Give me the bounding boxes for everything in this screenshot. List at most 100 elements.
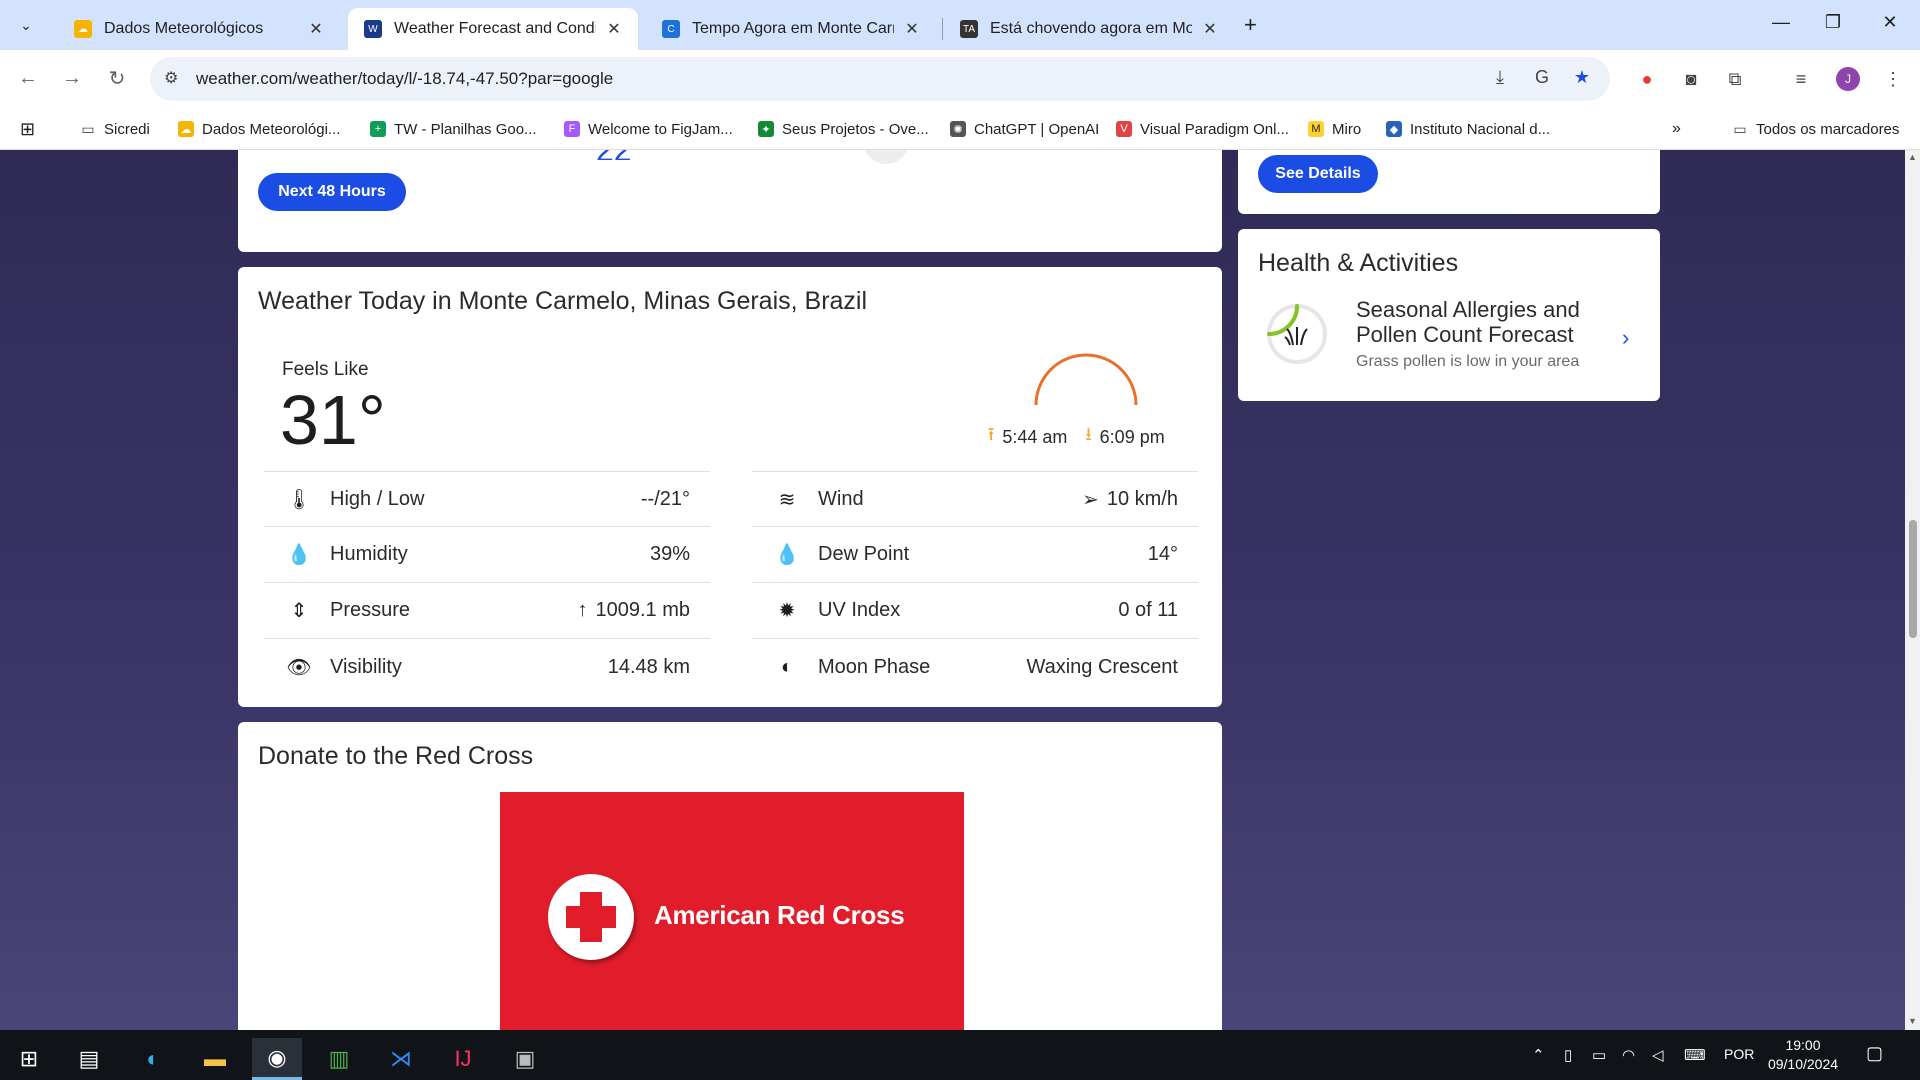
bookmark-item[interactable]: ✦ Seus Projetos - Ove...: [758, 118, 929, 140]
chrome-menu-icon[interactable]: ⋮: [1880, 66, 1906, 92]
inmet-icon: ◆: [1386, 121, 1402, 137]
wind-icon: ≋: [778, 488, 796, 511]
tab-dados-meteorologicos[interactable]: ☁ Dados Meteorológicos ✕: [58, 8, 340, 50]
input-language[interactable]: POR: [1724, 1046, 1754, 1062]
page-scrollbar[interactable]: ▲ ▼: [1905, 150, 1920, 1030]
edge-icon[interactable]: ◐: [128, 1038, 178, 1080]
intellij-icon[interactable]: IJ: [438, 1038, 488, 1080]
folder-icon: ▭: [1733, 120, 1747, 137]
vscode-icon[interactable]: ⋊: [376, 1038, 426, 1080]
windows-taskbar: ⊞ ▤ ◐ ▬ ◉ ▥ ⋊ IJ ▣ ⌃ ▯ ▭ ◠ ◁ ⌨ POR 19:00…: [0, 1030, 1920, 1080]
tab-esta-chovendo[interactable]: TA Está chovendo agora em Monte Carmelo …: [944, 8, 1234, 50]
close-icon[interactable]: ✕: [604, 19, 624, 39]
new-tab-icon[interactable]: +: [1244, 12, 1257, 38]
window-close-icon[interactable]: ✕: [1875, 12, 1905, 33]
site-info-icon[interactable]: ⚙: [164, 68, 178, 88]
apps-grid-icon[interactable]: ⊞: [20, 118, 35, 140]
partial-icon: [863, 150, 909, 164]
red-cross-banner[interactable]: American Red Cross: [500, 792, 964, 1030]
sunrise-time: 5:44 am: [1002, 426, 1068, 447]
dew-point-icon: 💧: [774, 544, 800, 566]
task-view-icon[interactable]: ▤: [64, 1038, 114, 1080]
bookmark-item[interactable]: ☁ Dados Meteorológi...: [178, 118, 340, 140]
tab-weather-forecast[interactable]: W Weather Forecast and Conditions ✕: [348, 8, 638, 50]
bookmark-label: Welcome to FigJam...: [588, 120, 733, 138]
file-explorer-icon[interactable]: ▬: [190, 1038, 240, 1080]
bookmark-item[interactable]: ▭ Sicredi: [80, 118, 149, 140]
reload-icon[interactable]: ↻: [101, 62, 133, 94]
forward-icon[interactable]: →: [56, 62, 88, 94]
extension-glasses-icon[interactable]: ◙: [1678, 66, 1704, 92]
bookmark-item[interactable]: + TW - Planilhas Goo...: [370, 118, 537, 140]
bookmark-item[interactable]: ◆ Instituto Nacional d...: [1386, 118, 1550, 140]
sunset-icon: ⭳: [1085, 424, 1092, 444]
clock-time: 19:00: [1785, 1037, 1821, 1053]
pressure-icon: ⇕: [290, 600, 308, 622]
folder-icon: ▭: [81, 120, 95, 137]
restore-icon[interactable]: ❐: [1818, 12, 1848, 33]
next-48-hours-button[interactable]: Next 48 Hours: [258, 173, 406, 211]
notifications-icon[interactable]: ▢: [1866, 1043, 1883, 1064]
tab-title: Está chovendo agora em Monte Carmelo: [990, 20, 1192, 37]
wifi-icon[interactable]: ◠: [1622, 1046, 1635, 1064]
feels-like-value: 31°: [280, 381, 386, 459]
clock[interactable]: 19:00 09/10/2024: [1763, 1036, 1843, 1074]
back-icon[interactable]: ←: [12, 62, 44, 94]
bookmark-label: Visual Paradigm Onl...: [1140, 120, 1289, 138]
scrollbar-thumb[interactable]: [1909, 520, 1917, 638]
chevron-right-icon[interactable]: ›: [1622, 325, 1629, 351]
row-value-wrap: ➢ 10 km/h: [1082, 487, 1178, 512]
bookmark-label: TW - Planilhas Goo...: [394, 120, 537, 138]
keyboard-icon[interactable]: ⌨: [1684, 1046, 1706, 1064]
tray-device-icon[interactable]: ▯: [1564, 1046, 1572, 1064]
ta-favicon-icon: TA: [960, 20, 978, 38]
profile-avatar[interactable]: J: [1836, 67, 1860, 91]
all-bookmarks-folder[interactable]: ▭ Todos os marcadores: [1732, 118, 1899, 140]
row-value: 14°: [1147, 543, 1178, 565]
volume-icon[interactable]: ◁: [1652, 1046, 1664, 1064]
translate-icon[interactable]: G: [1530, 67, 1554, 88]
bookmark-label: ChatGPT | OpenAI: [974, 120, 1100, 138]
bookmark-label: Dados Meteorológi...: [202, 120, 341, 138]
windows-start-icon[interactable]: ⊞: [4, 1038, 54, 1080]
bookmark-item[interactable]: F Welcome to FigJam...: [564, 118, 733, 140]
chrome-icon[interactable]: ◉: [252, 1038, 302, 1080]
climatempo-favicon-icon: C: [662, 20, 680, 38]
tray-overflow-icon[interactable]: ⌃: [1532, 1046, 1545, 1064]
bookmark-item[interactable]: V Visual Paradigm Onl...: [1116, 118, 1289, 140]
tab-strip: ⌄ ☁ Dados Meteorológicos ✕ W Weather For…: [0, 0, 1920, 50]
tab-search-icon[interactable]: ⌄: [12, 11, 40, 39]
bookmark-item[interactable]: ✺ ChatGPT | OpenAI: [950, 118, 1099, 140]
bookmark-item[interactable]: M Miro: [1308, 118, 1361, 140]
see-details-button[interactable]: See Details: [1258, 155, 1378, 193]
bookmark-star-icon[interactable]: ★: [1570, 67, 1594, 88]
url-text[interactable]: weather.com/weather/today/l/-18.74,-47.5…: [196, 69, 613, 89]
scroll-down-icon[interactable]: ▼: [1908, 1016, 1917, 1026]
minimize-icon[interactable]: —: [1766, 12, 1796, 33]
bookmark-label: Todos os marcadores: [1756, 120, 1900, 138]
notepad-icon[interactable]: ▥: [314, 1038, 364, 1080]
install-app-icon[interactable]: ⤓: [1488, 67, 1512, 88]
tab-separator: [942, 18, 943, 40]
weather-today-title: Weather Today in Monte Carmelo, Minas Ge…: [258, 287, 868, 315]
close-icon[interactable]: ✕: [902, 19, 922, 39]
scroll-up-icon[interactable]: ▲: [1908, 152, 1917, 162]
tab-title: Dados Meteorológicos: [104, 20, 264, 37]
bookmark-label: Miro: [1332, 120, 1362, 138]
close-icon[interactable]: ✕: [1200, 19, 1220, 39]
bookmark-label: Instituto Nacional d...: [1410, 120, 1551, 138]
media-control-icon[interactable]: ≡: [1788, 66, 1814, 92]
row-label: High / Low: [330, 487, 425, 510]
sun-arc-icon: [1034, 353, 1138, 406]
row-label: Visibility: [330, 655, 402, 678]
pollen-forecast-link[interactable]: Seasonal Allergies and Pollen Count Fore…: [1356, 297, 1616, 347]
extensions-puzzle-icon[interactable]: ⧉: [1722, 66, 1748, 92]
battery-icon[interactable]: ▭: [1592, 1046, 1606, 1064]
close-icon[interactable]: ✕: [306, 19, 326, 39]
wind-direction-icon: ➢: [1082, 488, 1099, 511]
tab-tempo-agora[interactable]: C Tempo Agora em Monte Carmelo ✕: [646, 8, 936, 50]
app-window-icon[interactable]: ▣: [500, 1038, 550, 1080]
address-bar[interactable]: ⚙ weather.com/weather/today/l/-18.74,-47…: [150, 57, 1610, 101]
extension-red-icon[interactable]: ●: [1634, 66, 1660, 92]
more-bookmarks-icon[interactable]: »: [1672, 118, 1681, 140]
